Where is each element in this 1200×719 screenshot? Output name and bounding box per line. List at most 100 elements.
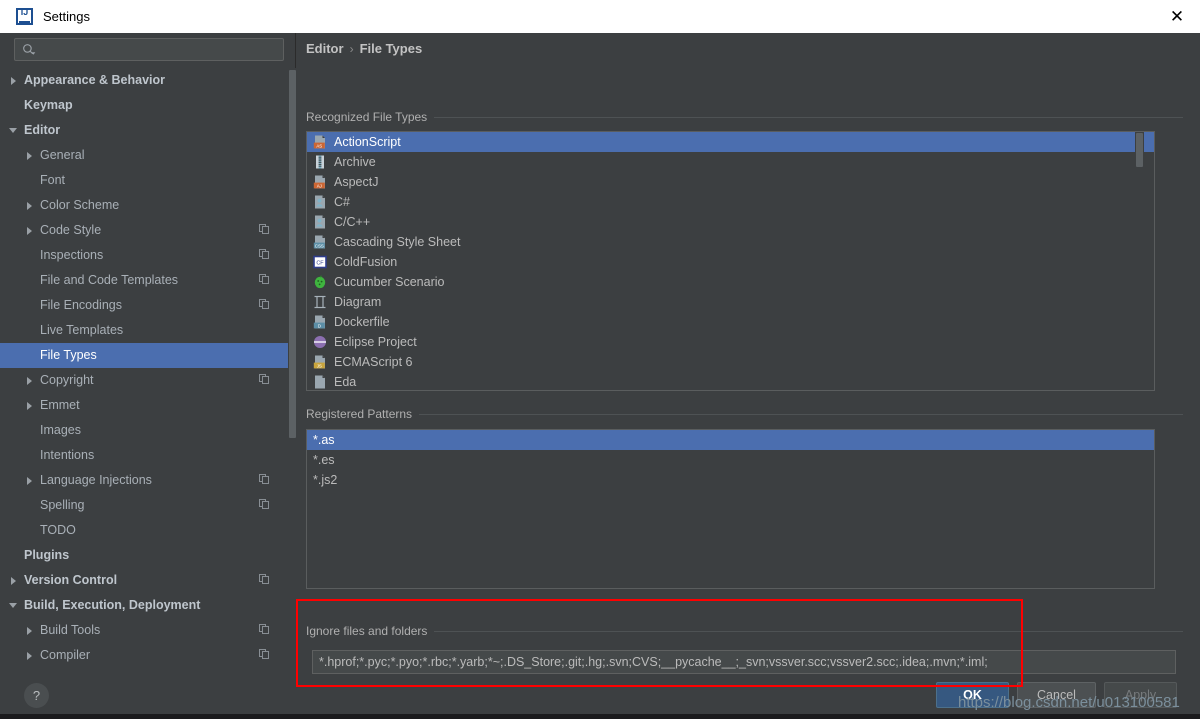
file-type-row[interactable]: C# xyxy=(307,192,1154,212)
file-type-row[interactable]: Eda xyxy=(307,372,1154,390)
chevron-right-icon[interactable] xyxy=(27,402,32,410)
file-type-row[interactable]: D Dockerfile xyxy=(307,312,1154,332)
file-type-row[interactable]: Eclipse Project xyxy=(307,332,1154,352)
sidebar-item-label: Appearance & Behavior xyxy=(24,73,166,87)
chevron-right-icon[interactable] xyxy=(27,227,32,235)
file-types-page: Editor › File Types Recognized File Types … xyxy=(297,33,1200,674)
help-button[interactable]: ? xyxy=(24,683,49,708)
diagram-file-icon xyxy=(313,295,327,309)
sidebar-item-file-and-code-templates[interactable]: File and Code Templates xyxy=(0,268,288,293)
title-bar: Settings ✕ xyxy=(0,0,1200,33)
file-type-label: Dockerfile xyxy=(334,315,390,329)
sidebar-item-build-execution-deployment[interactable]: Build, Execution, Deployment xyxy=(0,593,288,618)
sidebar-item-version-control[interactable]: Version Control xyxy=(0,568,288,593)
search-input[interactable] xyxy=(41,39,279,60)
file-type-label: Cucumber Scenario xyxy=(334,275,445,289)
chevron-down-icon[interactable] xyxy=(9,128,17,133)
patterns-divider xyxy=(306,414,1183,415)
pattern-row[interactable]: *.js2 xyxy=(307,470,1154,490)
sidebar-item-file-types[interactable]: File Types xyxy=(0,343,288,368)
cpp-file-icon xyxy=(313,215,327,229)
chevron-right-icon[interactable] xyxy=(11,577,16,585)
sidebar-item-live-templates[interactable]: Live Templates xyxy=(0,318,288,343)
chevron-right-icon[interactable] xyxy=(27,202,32,210)
chevron-right-icon[interactable] xyxy=(27,652,32,660)
chevron-right-icon[interactable] xyxy=(27,627,32,635)
file-type-row[interactable]: JS ECMAScript 6 xyxy=(307,352,1154,372)
chevron-right-icon[interactable] xyxy=(27,152,32,160)
breadcrumb-parent[interactable]: Editor xyxy=(306,41,344,56)
sidebar-item-label: General xyxy=(40,148,85,162)
sidebar-item-appearance-behavior[interactable]: Appearance & Behavior xyxy=(0,68,288,93)
chevron-right-icon[interactable] xyxy=(11,77,16,85)
sidebar-item-inspections[interactable]: Inspections xyxy=(0,243,288,268)
registered-patterns-list[interactable]: *.as *.es *.js2 xyxy=(306,429,1155,589)
sidebar-scrollbar[interactable] xyxy=(288,68,296,674)
pattern-row[interactable]: *.es xyxy=(307,450,1154,470)
copy-settings-icon xyxy=(259,274,270,285)
sidebar-item-images[interactable]: Images xyxy=(0,418,288,443)
file-type-row[interactable]: CSS Cascading Style Sheet xyxy=(307,232,1154,252)
ignore-files-input[interactable] xyxy=(312,650,1176,674)
recognized-file-types-list[interactable]: AS ActionScript Archive AJ AspectJ C# C/C++ CSS… xyxy=(306,131,1155,391)
sidebar-item-intentions[interactable]: Intentions xyxy=(0,443,288,468)
sidebar-item-language-injections[interactable]: Language Injections xyxy=(0,468,288,493)
ignore-files-label: Ignore files and folders xyxy=(306,624,435,638)
sidebar-item-code-style[interactable]: Code Style xyxy=(0,218,288,243)
eclipse-file-icon xyxy=(313,335,327,349)
file-type-row[interactable]: Diagram xyxy=(307,292,1154,312)
breadcrumb-current: File Types xyxy=(359,41,423,56)
chevron-down-icon[interactable] xyxy=(9,603,17,608)
search-box[interactable] xyxy=(14,38,284,61)
breadcrumb: Editor › File Types xyxy=(306,41,422,56)
settings-tree[interactable]: Appearance & Behavior Keymap Editor General… xyxy=(0,68,288,674)
file-types-scrollbar-thumb[interactable] xyxy=(1136,133,1143,167)
copy-settings-icon xyxy=(259,249,270,260)
pattern-row[interactable]: *.as xyxy=(307,430,1154,450)
sidebar-item-font[interactable]: Font xyxy=(0,168,288,193)
copy-settings-icon xyxy=(259,624,270,635)
sidebar-item-copyright[interactable]: Copyright xyxy=(0,368,288,393)
file-type-label: C/C++ xyxy=(334,215,371,229)
copy-settings-icon xyxy=(259,299,270,310)
sidebar-item-file-encodings[interactable]: File Encodings xyxy=(0,293,288,318)
file-type-row[interactable]: Archive xyxy=(307,152,1154,172)
sidebar-item-spelling[interactable]: Spelling xyxy=(0,493,288,518)
sidebar-item-emmet[interactable]: Emmet xyxy=(0,393,288,418)
sidebar-item-label: Inspections xyxy=(40,248,104,262)
file-type-row[interactable]: CF ColdFusion xyxy=(307,252,1154,272)
sidebar-item-color-scheme[interactable]: Color Scheme xyxy=(0,193,288,218)
sidebar-item-general[interactable]: General xyxy=(0,143,288,168)
sidebar-item-todo[interactable]: TODO xyxy=(0,518,288,543)
sidebar-item-compiler[interactable]: Compiler xyxy=(0,643,288,668)
sidebar-item-editor[interactable]: Editor xyxy=(0,118,288,143)
file-types-scrollbar[interactable] xyxy=(1135,132,1144,390)
file-type-label: Eda xyxy=(334,375,357,389)
sidebar-item-label: Intentions xyxy=(40,448,95,462)
file-type-row[interactable]: AJ AspectJ xyxy=(307,172,1154,192)
sidebar-item-label: Images xyxy=(40,423,81,437)
coldfusion-file-icon: CF xyxy=(313,255,327,269)
file-type-row[interactable]: AS ActionScript xyxy=(307,132,1154,152)
copy-settings-icon xyxy=(259,649,270,660)
file-type-row[interactable]: Cucumber Scenario xyxy=(307,272,1154,292)
sidebar-item-label: Editor xyxy=(24,123,61,137)
sidebar-item-keymap[interactable]: Keymap xyxy=(0,93,288,118)
sidebar-scrollbar-thumb[interactable] xyxy=(289,70,296,438)
chevron-right-icon[interactable] xyxy=(27,477,32,485)
sidebar-item-build-tools[interactable]: Build Tools xyxy=(0,618,288,643)
file-type-label: Eclipse Project xyxy=(334,335,417,349)
recognized-divider xyxy=(306,117,1183,118)
file-type-label: AspectJ xyxy=(334,175,379,189)
pattern-label: *.es xyxy=(313,453,335,467)
registered-patterns-label: Registered Patterns xyxy=(306,407,420,421)
ignore-divider xyxy=(306,631,1183,632)
sidebar-item-label: File and Code Templates xyxy=(40,273,179,287)
cucumber-file-icon xyxy=(313,275,327,289)
css-file-icon: CSS xyxy=(313,235,327,249)
close-icon[interactable]: ✕ xyxy=(1154,0,1200,33)
settings-sidebar: Appearance & Behavior Keymap Editor General… xyxy=(0,33,296,674)
chevron-right-icon[interactable] xyxy=(27,377,32,385)
sidebar-item-plugins[interactable]: Plugins xyxy=(0,543,288,568)
file-type-row[interactable]: C/C++ xyxy=(307,212,1154,232)
